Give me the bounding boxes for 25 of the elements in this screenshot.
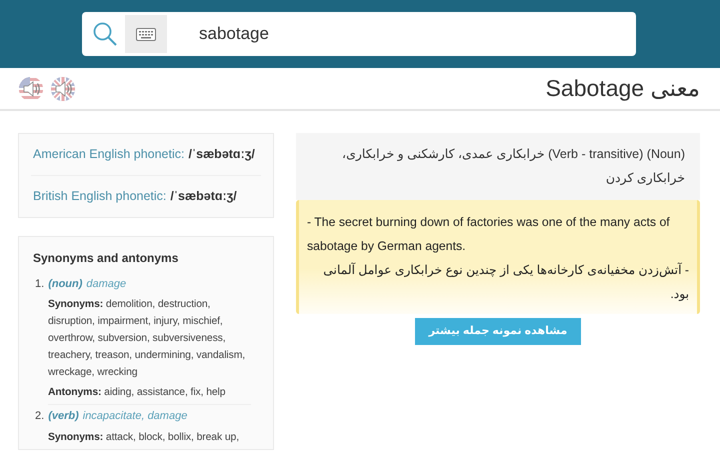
part-of-speech: (verb) [48,409,79,424]
search-icon [92,21,118,47]
search-button[interactable] [82,12,125,56]
keyboard-icon [136,28,156,40]
word-list: Antonyms: aiding, assistance, fix, help [48,384,247,401]
pronunciation-button[interactable] [50,76,76,102]
phonetic-transcription: /ˈsæbətɑːʒ/ [170,188,237,205]
sense-words: damage [86,276,126,292]
keyboard-button[interactable] [125,12,167,56]
phonetic-label: American English phonetic: [33,146,184,163]
page-title: معنی Sabotage [546,74,701,104]
phonetic-transcription: /ˈsæbətɑːʒ/ [188,146,255,163]
phonetic-label: British English phonetic: [33,188,166,205]
flag-speaker-icon [50,76,76,102]
example-sentence: - The secret burning down of factories was one of the many acts of sabotage by German agents. [307,214,671,255]
flag-speaker-icon [18,76,44,102]
pronunciation-button[interactable] [18,76,44,102]
search-field[interactable]: sabotage [167,12,636,56]
sense-words: incapacitate, damage [82,409,188,424]
part-of-speech: (noun) [48,276,82,292]
word-list: Synonyms: attack, block, bollix, break up, [48,428,247,446]
sense-number: 1. [35,276,44,292]
sense-number: 2. [35,409,44,424]
example-translation: - آتش‌زدن مخفیانه‌ی کارخانه‌ها یکی از چندین نوع خرابکاری عوامل آلمانی بود. [322,262,689,303]
section-heading: Synonyms and antonyms [33,250,180,266]
